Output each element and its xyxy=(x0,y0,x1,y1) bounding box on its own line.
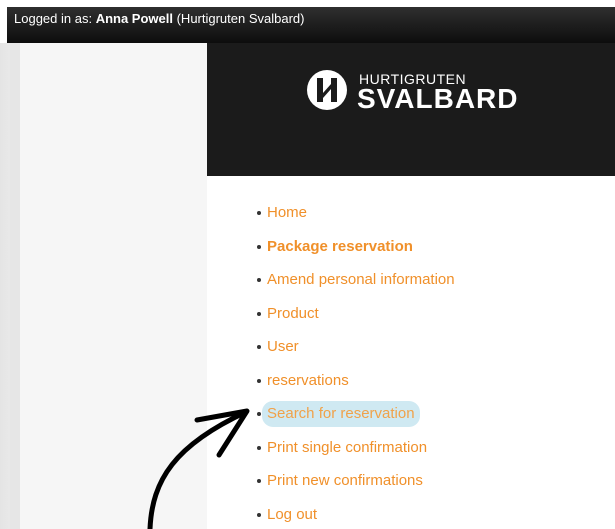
logged-in-organization: (Hurtigruten Svalbard) xyxy=(172,11,305,26)
bullet-icon xyxy=(257,445,261,450)
menu-link-package-reservation[interactable]: Package reservation xyxy=(262,234,418,260)
bullet-icon xyxy=(257,311,261,316)
menu-link-print-single-confirmation[interactable]: Print single confirmation xyxy=(262,435,432,461)
menu-link-amend-personal-information[interactable]: Amend personal information xyxy=(262,267,460,293)
hurtigruten-h-icon xyxy=(307,70,347,110)
left-frame-inner xyxy=(10,43,20,529)
bullet-icon xyxy=(257,512,261,517)
bullet-icon xyxy=(257,345,261,349)
bullet-icon xyxy=(257,412,261,416)
bullet-icon xyxy=(257,211,261,215)
login-status-bar: Logged in as: Anna Powell (Hurtigruten S… xyxy=(7,7,615,43)
logged-in-user-name: Anna Powell xyxy=(95,11,173,26)
site-logo[interactable]: HURTIGRUTEN SVALBARD xyxy=(306,68,536,120)
bullet-icon xyxy=(257,244,261,249)
menu-link-product[interactable]: Product xyxy=(262,301,324,327)
login-prefix: Logged in as: xyxy=(14,11,96,26)
logo-text-svalbard: SVALBARD xyxy=(357,83,519,114)
bullet-icon xyxy=(257,479,261,483)
page: Logged in as: Anna Powell (Hurtigruten S… xyxy=(0,0,615,529)
menu-link-user[interactable]: User xyxy=(262,334,304,360)
menu-link-search-for-reservation[interactable]: Search for reservation xyxy=(262,401,420,427)
menu-link-print-new-confirmations[interactable]: Print new confirmations xyxy=(262,468,428,494)
bullet-icon xyxy=(257,378,261,383)
menu-link-log-out[interactable]: Log out xyxy=(262,502,322,528)
menu-link-reservations[interactable]: reservations xyxy=(262,368,354,394)
sidebar-panel xyxy=(20,43,207,529)
bullet-icon xyxy=(257,278,261,282)
menu-link-home[interactable]: Home xyxy=(262,200,312,226)
